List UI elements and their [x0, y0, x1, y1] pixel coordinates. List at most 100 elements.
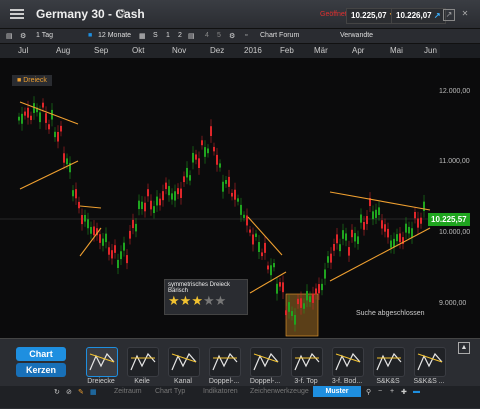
related-button[interactable]: Verwandte [340, 32, 373, 39]
plus-icon[interactable]: + [390, 388, 394, 395]
price-label: 10.000,00 [439, 229, 471, 236]
pattern-thumbnail[interactable] [332, 347, 364, 377]
s-button[interactable]: S [153, 32, 158, 39]
candle-body [114, 245, 116, 253]
candle-body [309, 296, 311, 303]
indikatoren-tab[interactable]: Indikatoren [203, 388, 238, 395]
preset-1-button[interactable]: 1 [166, 32, 170, 39]
rating-stars: ★★★★★ [168, 294, 244, 307]
zeichenwerkzeuge-tab[interactable]: Zeichenwerkzeuge [250, 388, 309, 395]
candle-body [291, 311, 293, 317]
popout-icon[interactable]: ↗ [443, 9, 455, 21]
candle-body [18, 116, 20, 121]
search-icon[interactable]: ⚲ [118, 7, 126, 20]
refresh-icon[interactable]: ↻ [54, 388, 60, 396]
collapse-icon[interactable]: ▲ [458, 342, 470, 354]
pattern-thumbnail[interactable] [373, 347, 405, 377]
layout-icon[interactable]: ▤ [6, 32, 13, 40]
candle-body [60, 125, 62, 132]
candle-body [318, 284, 320, 294]
month-label: Sep [94, 46, 109, 55]
candle-body [267, 265, 269, 270]
calendar-icon[interactable]: ▦ [139, 32, 146, 40]
charttyp-tab[interactable]: Chart Typ [155, 388, 185, 395]
candle-body [240, 204, 242, 215]
month-label: Mär [314, 46, 328, 55]
pattern-label: S&K&S ... [413, 378, 445, 385]
candle-body [93, 226, 95, 236]
candle-body [354, 233, 356, 242]
gear-icon[interactable]: ⚙ [229, 32, 235, 40]
candle-body [414, 211, 416, 219]
candle-body [183, 176, 185, 183]
candle-body [153, 206, 155, 214]
candle-body [84, 214, 86, 222]
candle-body [321, 283, 323, 291]
preset-2-button[interactable]: 2 [178, 32, 182, 39]
pattern-label: Kanal [174, 378, 192, 385]
candle-body [54, 131, 56, 138]
zoom-out-icon[interactable]: − [378, 388, 382, 395]
candle-body [279, 282, 281, 287]
candle-body [186, 167, 188, 178]
stop-icon[interactable]: ⊘ [66, 388, 72, 396]
chat-icon[interactable]: ▫ [245, 32, 247, 39]
star-icon: ★ [214, 293, 227, 308]
star-icon: ★ [191, 293, 203, 308]
pattern-thumbnail[interactable] [127, 347, 159, 377]
candle-body [189, 175, 191, 181]
preset-4-button[interactable]: 4 [205, 32, 209, 39]
candle-body [330, 253, 332, 263]
candle-body [81, 215, 83, 225]
tab-chart[interactable]: Chart [16, 347, 66, 361]
pattern-tag[interactable]: ■ Dreieck [12, 75, 52, 86]
candle-body [342, 230, 344, 239]
pattern-thumbnail[interactable] [250, 347, 282, 377]
compare-icon[interactable]: ▤ [188, 32, 195, 40]
settings-icon[interactable]: ⚙ [20, 32, 26, 40]
candle-body [180, 188, 182, 198]
candle-body [372, 211, 374, 220]
pattern-thumbnail[interactable] [168, 347, 200, 377]
pattern-thumbnail[interactable] [86, 347, 118, 377]
interval-select[interactable]: 1 Tag [36, 32, 53, 39]
lock-icon[interactable]: ■ [88, 32, 92, 39]
range-select[interactable]: 12 Monate [98, 32, 131, 39]
pencil-icon[interactable]: ✎ [78, 388, 84, 396]
crosshair-icon[interactable]: ✚ [401, 388, 407, 396]
tab-kerzen[interactable]: Kerzen [16, 363, 66, 377]
candle-body [75, 189, 77, 199]
close-icon[interactable]: ✕ [460, 9, 470, 19]
candle-body [24, 111, 26, 116]
pattern-label: Doppel-... [249, 378, 281, 385]
candle-body [237, 198, 239, 202]
price-label: 12.000,00 [439, 88, 471, 95]
candle-body [243, 214, 245, 218]
candle-body [228, 176, 230, 187]
candle-body [129, 230, 131, 239]
zeitraum-tab[interactable]: Zeitraum [114, 388, 142, 395]
candle-body [135, 223, 137, 232]
pattern-thumbnail[interactable] [209, 347, 241, 377]
pattern-thumbnail[interactable] [291, 347, 323, 377]
layers-icon[interactable]: ▦ [90, 388, 97, 396]
candle-body [150, 200, 152, 210]
candle-body [303, 303, 305, 309]
candle-body [171, 193, 173, 200]
screen-icon[interactable]: ▬ [413, 388, 420, 395]
muster-tab[interactable]: Muster [313, 386, 361, 397]
buy-price-button[interactable]: 10.226,07 ↗ [391, 8, 446, 24]
preset-5-button[interactable]: 5 [217, 32, 221, 39]
menu-icon[interactable] [10, 9, 24, 19]
zoom-in-icon[interactable]: ⚲ [366, 388, 371, 396]
candle-body [258, 242, 260, 253]
candle-body [357, 236, 359, 244]
pattern-label: Doppel-... [208, 378, 240, 385]
candle-body [276, 283, 278, 294]
pattern-thumbnail[interactable] [414, 347, 446, 377]
chart-forum-link[interactable]: Chart Forum [260, 32, 299, 39]
candle-body [165, 182, 167, 190]
candle-body [120, 251, 122, 260]
candle-body [105, 233, 107, 243]
pattern-tag-label: Dreieck [23, 77, 47, 84]
